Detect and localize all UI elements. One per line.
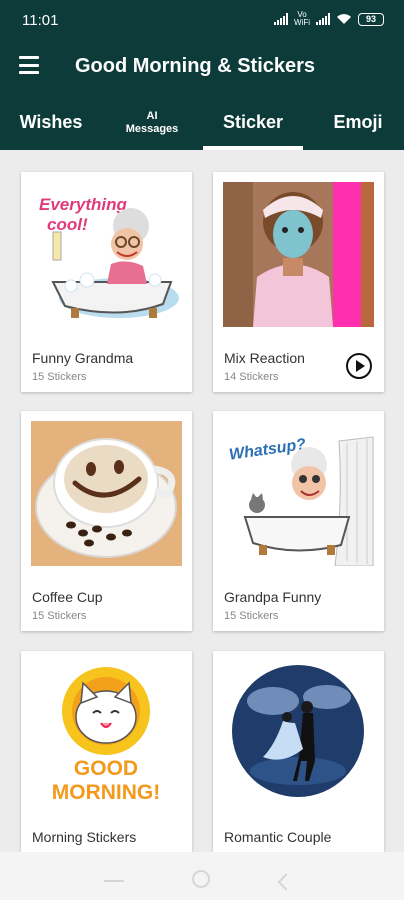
pack-name: Romantic Couple [224,829,332,845]
pack-image-romantic-couple [223,661,374,806]
pack-name: Coffee Cup [32,589,103,605]
pack-count: 15 Stickers [32,371,87,383]
battery-icon: 93 [358,12,384,26]
sticker-caption: Everything [39,195,127,214]
wifi-icon [337,14,351,24]
pack-count: 15 Stickers [224,610,279,622]
sticker-pack-card[interactable]: Coffee Cup 15 Stickers [21,411,192,631]
tab-sticker[interactable]: Sticker [203,94,303,150]
system-nav-bar [0,852,404,900]
tab-bar: Wishes AI Messages Sticker Emoji [0,94,404,150]
sticker-pack-card[interactable]: GOOD MORNING! Morning Stickers [21,651,192,852]
sticker-pack-card[interactable]: Whatsup? Grandpa Funny 15 Stickers [213,411,384,631]
pack-count: 14 Stickers [224,371,279,383]
status-time: 11:01 [22,12,59,29]
back-icon[interactable] [277,873,295,891]
pack-image-morning-stickers: GOOD MORNING! [31,661,182,806]
pack-name: Mix Reaction [224,350,305,366]
tab-indicator [203,146,303,150]
status-bar: 11:01 Vo WiFi 93 [0,0,404,40]
home-icon[interactable] [192,870,210,888]
recent-apps-icon[interactable] [104,880,124,882]
sticker-pack-card[interactable]: Romantic Couple [213,651,384,852]
app-title: Good Morning & Stickers [75,55,316,77]
svg-text:cool!: cool! [47,215,88,234]
network-label: Vo WiFi [294,10,310,27]
pack-image-mix-reaction [223,182,374,327]
app-bar: Good Morning & Stickers [0,40,404,94]
grandpa-bathtub-sticker: Whatsup? [223,421,374,566]
hamburger-menu-icon[interactable] [19,56,39,74]
tab-emoji[interactable]: Emoji [322,94,394,150]
play-icon[interactable] [346,353,372,379]
status-icons: Vo WiFi 93 [274,11,384,27]
tab-ai-messages[interactable]: AI Messages [112,94,192,150]
sticker-caption: GOOD [74,757,138,780]
signal-icon [274,13,288,25]
dancing-couple-sticker [223,661,374,806]
smiley-coffee-cup-photo [31,421,182,566]
pack-count: 15 Stickers [32,610,87,622]
cat-sunflower-sticker: GOOD MORNING! [31,661,182,806]
sticker-pack-card[interactable]: Mix Reaction 14 Stickers [213,172,384,392]
pack-name: Funny Grandma [32,350,134,366]
face-mask-woman-photo [223,182,374,327]
pack-image-funny-grandma: Everything cool! [31,182,182,327]
signal-icon-2 [316,13,330,25]
grandma-bathtub-sticker: Everything cool! [31,182,182,327]
pack-image-grandpa-funny: Whatsup? [223,421,374,566]
svg-text:MORNING!: MORNING! [52,781,161,804]
pack-image-coffee-cup [31,421,182,566]
sticker-pack-card[interactable]: Everything cool! Funny Grandma 15 Sticke… [21,172,192,392]
pack-name: Grandpa Funny [224,589,322,605]
pack-name: Morning Stickers [32,829,137,845]
tab-wishes[interactable]: Wishes [8,94,94,150]
